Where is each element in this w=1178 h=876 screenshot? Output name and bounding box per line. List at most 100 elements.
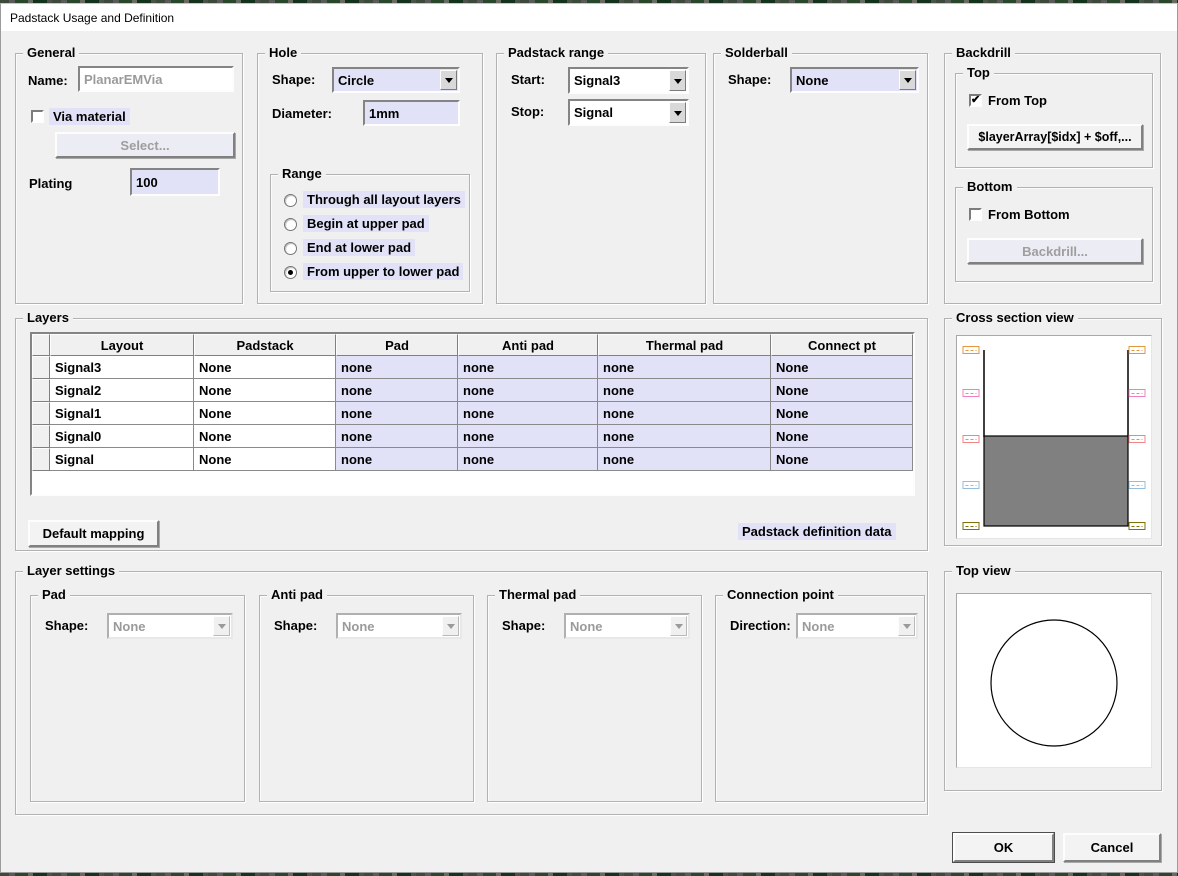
col-header-layout[interactable]: Layout xyxy=(50,334,194,356)
layer-settings-group: Layer settings Pad Shape: None Anti pad … xyxy=(15,571,928,815)
top-view-canvas xyxy=(956,593,1152,768)
select-button: Select... xyxy=(55,132,235,158)
solderball-group: Solderball Shape: None xyxy=(713,53,928,304)
cell-pad[interactable]: none xyxy=(336,379,458,402)
cell-anti-pad[interactable]: none xyxy=(458,379,598,402)
col-header-thermal-pad[interactable]: Thermal pad xyxy=(598,334,771,356)
cell-padstack[interactable]: None xyxy=(194,356,336,379)
cell-layout[interactable]: Signal xyxy=(50,448,194,471)
from-bottom-label: From Bottom xyxy=(988,207,1070,222)
col-header-padstack[interactable]: Padstack xyxy=(194,334,336,356)
cell-padstack[interactable]: None xyxy=(194,402,336,425)
name-field: PlanarEMVia xyxy=(78,66,234,92)
hole-group-title: Hole xyxy=(265,45,301,60)
anti-pad-settings-group: Anti pad Shape: None xyxy=(259,595,474,802)
cell-connect-pt[interactable]: None xyxy=(771,425,913,448)
thermal-pad-shape-dropdown: None xyxy=(564,613,690,639)
title-bar[interactable]: Padstack Usage and Definition xyxy=(1,4,1177,31)
radio-end-lower-pad[interactable] xyxy=(284,242,297,255)
anti-pad-settings-title: Anti pad xyxy=(267,587,327,602)
range-group: Range Through all layout layers Begin at… xyxy=(270,174,470,292)
from-top-checkbox[interactable] xyxy=(969,94,982,107)
backdrill-top-expression-button[interactable]: $layerArray[$idx] + $off,... xyxy=(967,124,1143,150)
solderball-shape-dropdown[interactable]: None xyxy=(790,67,919,93)
cancel-button[interactable]: Cancel xyxy=(1063,833,1161,862)
start-dropdown[interactable]: Signal3 xyxy=(568,67,689,94)
row-selector[interactable] xyxy=(32,356,50,379)
cell-layout[interactable]: Signal3 xyxy=(50,356,194,379)
connection-direction-dropdown: None xyxy=(796,613,918,639)
row-selector[interactable] xyxy=(32,379,50,402)
cell-layout[interactable]: Signal0 xyxy=(50,425,194,448)
cell-anti-pad[interactable]: none xyxy=(458,448,598,471)
from-bottom-checkbox[interactable] xyxy=(969,208,982,221)
chevron-down-icon xyxy=(213,616,230,636)
cell-connect-pt[interactable]: None xyxy=(771,402,913,425)
diameter-label: Diameter: xyxy=(272,106,332,121)
chevron-down-icon[interactable] xyxy=(669,102,686,123)
range-group-title: Range xyxy=(278,166,326,181)
ok-button[interactable]: OK xyxy=(953,833,1054,862)
cell-layout[interactable]: Signal1 xyxy=(50,402,194,425)
cell-thermal-pad[interactable]: none xyxy=(598,448,771,471)
plating-field[interactable]: 100 xyxy=(130,168,220,196)
chevron-down-icon[interactable] xyxy=(440,70,457,90)
top-view-group: Top view xyxy=(944,571,1162,791)
col-header-anti-pad[interactable]: Anti pad xyxy=(458,334,598,356)
cell-padstack[interactable]: None xyxy=(194,379,336,402)
cell-anti-pad[interactable]: none xyxy=(458,402,598,425)
cell-connect-pt[interactable]: None xyxy=(771,448,913,471)
stop-dropdown[interactable]: Signal xyxy=(568,99,689,126)
backdrill-bottom-group: Bottom From Bottom Backdrill... xyxy=(955,187,1153,282)
cross-section-group-title: Cross section view xyxy=(952,310,1078,325)
row-selector[interactable] xyxy=(32,425,50,448)
radio-through-all-layers-label: Through all layout layers xyxy=(303,191,465,208)
backdrill-bottom-title: Bottom xyxy=(963,179,1017,194)
cell-pad[interactable]: none xyxy=(336,448,458,471)
chevron-down-icon[interactable] xyxy=(669,70,686,91)
row-selector[interactable] xyxy=(32,448,50,471)
anti-pad-shape-dropdown: None xyxy=(336,613,462,639)
name-label: Name: xyxy=(28,73,68,88)
dialog-content: General Name: PlanarEMVia Via material S… xyxy=(1,31,1177,872)
plating-label: Plating xyxy=(29,176,72,191)
radio-upper-to-lower-pad[interactable] xyxy=(284,266,297,279)
cell-thermal-pad[interactable]: none xyxy=(598,379,771,402)
cell-connect-pt[interactable]: None xyxy=(771,356,913,379)
padstack-definition-data-label: Padstack definition data xyxy=(738,523,896,540)
chevron-down-icon[interactable] xyxy=(899,70,916,90)
cell-thermal-pad[interactable]: none xyxy=(598,356,771,379)
cell-pad[interactable]: none xyxy=(336,402,458,425)
hole-shape-dropdown[interactable]: Circle xyxy=(332,67,460,93)
layers-group: Layers Layout Padstack Pad Anti pad Ther… xyxy=(15,318,928,551)
anti-pad-shape-label: Shape: xyxy=(274,618,317,633)
hole-group: Hole Shape: Circle Diameter: 1mm Range T… xyxy=(257,53,483,304)
backdrill-group-title: Backdrill xyxy=(952,45,1015,60)
cell-anti-pad[interactable]: none xyxy=(458,425,598,448)
window-title: Padstack Usage and Definition xyxy=(10,11,174,25)
thermal-pad-shape-label: Shape: xyxy=(502,618,545,633)
diameter-field[interactable]: 1mm xyxy=(363,100,460,126)
cell-connect-pt[interactable]: None xyxy=(771,379,913,402)
col-header-pad[interactable]: Pad xyxy=(336,334,458,356)
via-fill-rect xyxy=(984,436,1128,526)
col-header-connect-pt[interactable]: Connect pt xyxy=(771,334,913,356)
radio-through-all-layers[interactable] xyxy=(284,194,297,207)
cell-thermal-pad[interactable]: none xyxy=(598,402,771,425)
cell-layout[interactable]: Signal2 xyxy=(50,379,194,402)
default-mapping-button[interactable]: Default mapping xyxy=(28,520,159,547)
general-group-title: General xyxy=(23,45,79,60)
chevron-down-icon xyxy=(898,616,915,636)
cell-padstack[interactable]: None xyxy=(194,448,336,471)
row-selector[interactable] xyxy=(32,402,50,425)
cell-thermal-pad[interactable]: none xyxy=(598,425,771,448)
cell-anti-pad[interactable]: none xyxy=(458,356,598,379)
radio-begin-upper-pad[interactable] xyxy=(284,218,297,231)
cross-section-canvas xyxy=(956,335,1152,539)
hole-circle xyxy=(991,620,1117,746)
cell-pad[interactable]: none xyxy=(336,356,458,379)
radio-begin-upper-pad-label: Begin at upper pad xyxy=(303,215,429,232)
cell-padstack[interactable]: None xyxy=(194,425,336,448)
cell-pad[interactable]: none xyxy=(336,425,458,448)
via-material-checkbox[interactable] xyxy=(31,110,44,123)
